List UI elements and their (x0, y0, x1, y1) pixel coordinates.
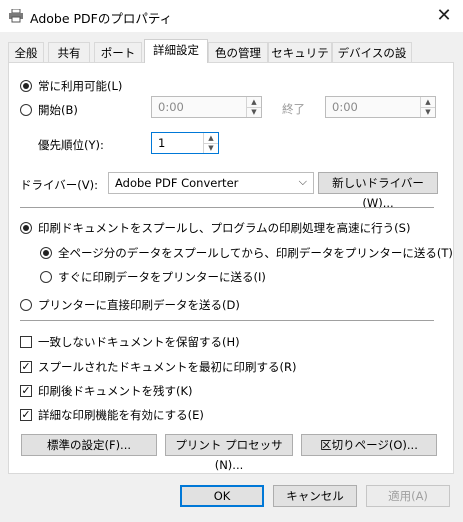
print-direct-label: プリンターに直接印刷データを送る(D) (38, 298, 240, 312)
priority-label: 優先順位(Y): (38, 138, 104, 152)
tab-device-settings[interactable]: デバイスの設定 (332, 42, 412, 80)
advanced-features-checkbox[interactable]: ✓ (20, 409, 32, 421)
from-time-spinner[interactable]: 0:00 ▲ ▼ (151, 96, 262, 118)
hold-mismatched-label: 一致しないドキュメントを保留する(H) (38, 335, 240, 349)
printer-icon (9, 9, 23, 23)
tab-sharing[interactable]: 共有 (48, 42, 90, 62)
spool-label: 印刷ドキュメントをスプールし、プログラムの印刷処理を高速に行う(S) (38, 221, 411, 235)
hold-mismatched-checkbox[interactable] (20, 336, 32, 348)
apply-button[interactable]: 適用(A) (366, 485, 450, 507)
divider (20, 207, 434, 208)
driver-label: ドライバー(V): (20, 178, 98, 192)
until-time-value: 0:00 (332, 100, 358, 114)
chevron-down-icon: ⌵ (298, 175, 307, 188)
until-time-spinner[interactable]: 0:00 ▲ ▼ (325, 96, 436, 118)
tab-advanced[interactable]: 詳細設定 (144, 39, 208, 63)
from-time-value: 0:00 (158, 100, 184, 114)
print-processor-button[interactable]: プリント プロセッサ(N)... (165, 434, 293, 472)
tab-security[interactable]: セキュリティ (268, 42, 332, 80)
printing-defaults-button[interactable]: 標準の設定(F)... (21, 434, 157, 456)
until-label: 終了 (282, 102, 305, 116)
available-from-label: 開始(B) (38, 103, 78, 117)
always-available-label: 常に利用可能(L) (38, 79, 123, 93)
priority-down-icon[interactable]: ▼ (204, 143, 218, 153)
keep-printed-checkbox[interactable]: ✓ (20, 385, 32, 397)
print-spooled-first-checkbox[interactable]: ✓ (20, 361, 32, 373)
advanced-features-label: 詳細な印刷機能を有効にする(E) (38, 408, 204, 422)
start-after-last-page-radio[interactable] (40, 247, 52, 259)
separator-page-button[interactable]: 区切りページ(O)... (301, 434, 437, 456)
spool-radio[interactable] (20, 222, 32, 234)
window-title: Adobe PDFのプロパティ (30, 11, 173, 26)
print-spooled-first-label: スプールされたドキュメントを最初に印刷する(R) (38, 360, 297, 374)
ok-button[interactable]: OK (180, 485, 264, 507)
cancel-button[interactable]: キャンセル (273, 485, 357, 507)
keep-printed-label: 印刷後ドキュメントを残す(K) (38, 384, 193, 398)
close-icon[interactable]: ✕ (432, 4, 456, 28)
tab-color-management[interactable]: 色の管理 (208, 42, 268, 62)
divider (20, 320, 434, 321)
priority-spinner[interactable]: 1 ▲ ▼ (151, 132, 219, 154)
always-available-radio[interactable] (20, 80, 32, 92)
tab-ports[interactable]: ポート (94, 42, 142, 62)
start-after-last-page-label: 全ページ分のデータをスプールしてから、印刷データをプリンターに送る(T) (58, 246, 453, 260)
from-time-down-icon[interactable]: ▼ (247, 107, 261, 117)
driver-select[interactable]: Adobe PDF Converter ⌵ (108, 172, 314, 194)
until-time-down-icon[interactable]: ▼ (421, 107, 435, 117)
driver-selected-value: Adobe PDF Converter (115, 176, 239, 190)
available-from-radio[interactable] (20, 104, 32, 116)
priority-value: 1 (158, 136, 166, 150)
start-immediately-label: すぐに印刷データをプリンターに送る(I) (58, 270, 266, 284)
new-driver-button[interactable]: 新しいドライバー(W)... (318, 172, 438, 210)
title-bar: Adobe PDFのプロパティ ✕ (0, 0, 463, 32)
print-direct-radio[interactable] (20, 299, 32, 311)
start-immediately-radio[interactable] (40, 271, 52, 283)
tab-general[interactable]: 全般 (8, 42, 44, 62)
